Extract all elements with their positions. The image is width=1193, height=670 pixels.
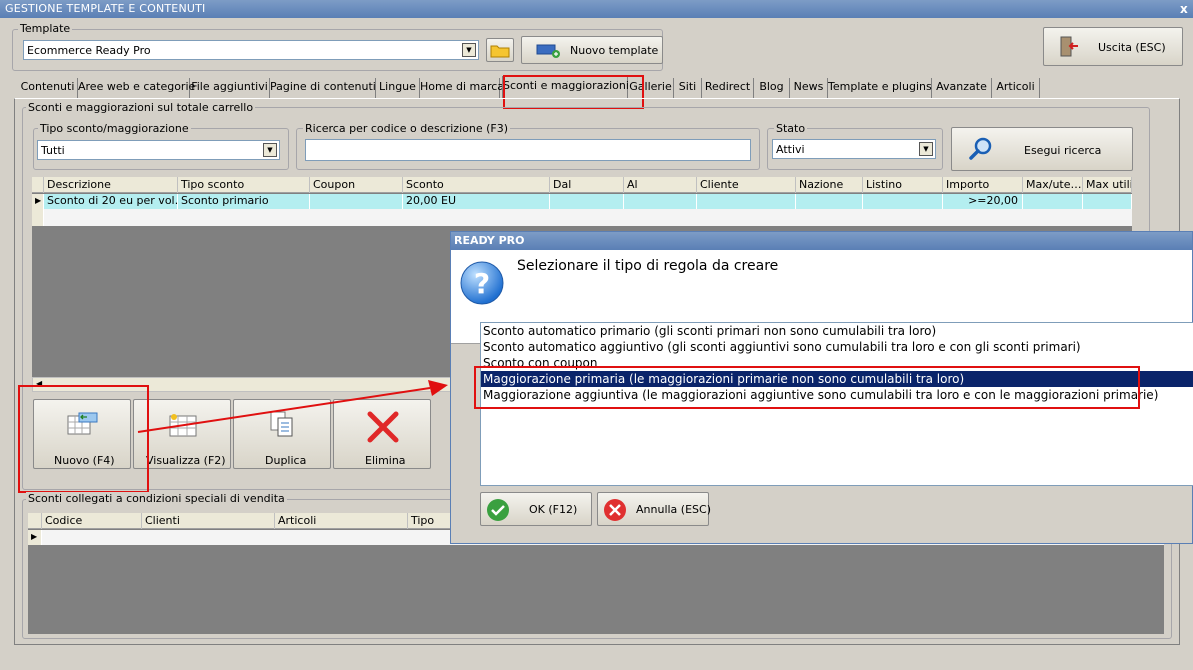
cell-tipo-sconto: Sconto primario bbox=[178, 194, 310, 209]
tab-file-aggiuntivi[interactable]: File aggiuntivi bbox=[190, 78, 270, 98]
col-clienti[interactable]: Clienti bbox=[142, 513, 275, 529]
special-section-label: Sconti collegati a condizioni speciali d… bbox=[26, 492, 287, 505]
cancel-icon bbox=[604, 499, 626, 521]
col-sconto[interactable]: Sconto bbox=[403, 177, 550, 193]
annotation-arrow bbox=[137, 380, 448, 433]
close-icon[interactable]: x bbox=[1180, 0, 1188, 18]
tab-contenuti[interactable]: Contenuti bbox=[18, 78, 78, 98]
tab-lingue[interactable]: Lingue bbox=[376, 78, 420, 98]
filter-type-value: Tutti bbox=[41, 144, 65, 157]
chevron-down-icon[interactable]: ▼ bbox=[462, 43, 476, 57]
tab-pagine-contenuti[interactable]: Pagine di contenuti bbox=[270, 78, 376, 98]
tab-aree-web[interactable]: Aree web e categorie bbox=[78, 78, 195, 98]
cart-section-label: Sconti e maggiorazioni sul totale carrel… bbox=[26, 101, 256, 114]
cell-importo: >=20,00 bbox=[943, 194, 1023, 209]
tab-home-marca[interactable]: Home di marca bbox=[420, 78, 504, 98]
col-max-utilizzi[interactable]: Max utiliz bbox=[1083, 177, 1132, 193]
cell-descrizione: Sconto di 20 eu per vol… bbox=[44, 194, 178, 209]
delete-button-label: Elimina bbox=[365, 454, 406, 467]
state-value: Attivi bbox=[776, 143, 805, 156]
question-icon: ? bbox=[460, 261, 504, 305]
row-indicator-header bbox=[32, 177, 44, 193]
ok-button[interactable]: OK (F12) bbox=[480, 492, 592, 526]
new-template-button[interactable]: Nuovo template bbox=[521, 36, 663, 64]
magnifier-icon bbox=[969, 137, 992, 160]
cell-cliente bbox=[697, 194, 796, 209]
exit-door-icon bbox=[1060, 36, 1078, 57]
search-label: Ricerca per codice o descrizione (F3) bbox=[303, 122, 511, 135]
state-label: Stato bbox=[774, 122, 808, 135]
dialog-prompt: Selezionare il tipo di regola da creare bbox=[517, 258, 779, 274]
row-pointer-icon: ▶ bbox=[32, 194, 44, 209]
col-codice[interactable]: Codice bbox=[42, 513, 142, 529]
template-select-value: Ecommerce Ready Pro bbox=[27, 44, 151, 57]
filter-type-label: Tipo sconto/maggiorazione bbox=[38, 122, 191, 135]
tab-template-plugins[interactable]: Template e plugins bbox=[828, 78, 932, 98]
cell-listino bbox=[863, 194, 943, 209]
list-item[interactable]: Sconto automatico aggiuntivo (gli sconti… bbox=[481, 339, 1193, 355]
question-glyph: ? bbox=[474, 267, 490, 300]
discount-grid-header: Descrizione Tipo sconto Coupon Sconto Da… bbox=[32, 177, 1132, 193]
col-al[interactable]: Al bbox=[624, 177, 697, 193]
col-max-utente[interactable]: Max/ute… bbox=[1023, 177, 1083, 193]
search-button[interactable]: Esegui ricerca bbox=[951, 127, 1133, 171]
filter-type-select[interactable]: Tutti ▼ bbox=[37, 140, 280, 160]
options-highlight-annotation bbox=[474, 366, 1140, 409]
state-select[interactable]: Attivi ▼ bbox=[772, 139, 936, 159]
cell-sconto: 20,00 EU bbox=[403, 194, 550, 209]
open-folder-button[interactable] bbox=[486, 38, 514, 62]
cell-dal bbox=[550, 194, 624, 209]
tab-articoli[interactable]: Articoli bbox=[992, 78, 1040, 98]
cancel-button-label: Annulla (ESC) bbox=[636, 503, 711, 516]
tab-redirect[interactable]: Redirect bbox=[702, 78, 754, 98]
col-nazione[interactable]: Nazione bbox=[796, 177, 863, 193]
window-title: GESTIONE TEMPLATE E CONTENUTI bbox=[5, 2, 206, 15]
cell-max-utente bbox=[1023, 194, 1083, 209]
table-row[interactable]: ▶ Sconto di 20 eu per vol… Sconto primar… bbox=[32, 194, 1132, 209]
search-input[interactable] bbox=[305, 139, 751, 161]
tab-blog[interactable]: Blog bbox=[754, 78, 790, 98]
exit-button[interactable]: Uscita (ESC) bbox=[1043, 27, 1183, 66]
cell-coupon bbox=[310, 194, 403, 209]
folder-icon bbox=[490, 45, 510, 58]
col-coupon[interactable]: Coupon bbox=[310, 177, 403, 193]
ok-button-label: OK (F12) bbox=[529, 503, 578, 516]
template-group-label: Template bbox=[18, 22, 73, 35]
cell-nazione bbox=[796, 194, 863, 209]
col-listino[interactable]: Listino bbox=[863, 177, 943, 193]
tab-avanzate[interactable]: Avanzate bbox=[932, 78, 992, 98]
table-row-empty bbox=[32, 209, 1132, 226]
col-descrizione[interactable]: Descrizione bbox=[44, 177, 178, 193]
chevron-down-icon[interactable]: ▼ bbox=[919, 142, 933, 156]
col-dal[interactable]: Dal bbox=[550, 177, 624, 193]
search-button-label: Esegui ricerca bbox=[1024, 144, 1102, 157]
cell-al bbox=[624, 194, 697, 209]
row-pointer-icon: ▶ bbox=[28, 530, 42, 545]
view-button-label: Visualizza (F2) bbox=[146, 454, 226, 467]
cancel-button[interactable]: Annulla (ESC) bbox=[597, 492, 711, 526]
list-item[interactable]: Sconto automatico primario (gli sconti p… bbox=[481, 323, 1193, 339]
col-articoli[interactable]: Articoli bbox=[275, 513, 408, 529]
dialog-title: READY PRO bbox=[451, 232, 1192, 250]
col-tipo-sconto[interactable]: Tipo sconto bbox=[178, 177, 310, 193]
chevron-down-icon[interactable]: ▼ bbox=[263, 143, 277, 157]
exit-label: Uscita (ESC) bbox=[1098, 41, 1166, 54]
new-template-icon bbox=[536, 44, 560, 58]
new-template-label: Nuovo template bbox=[570, 44, 659, 57]
check-icon bbox=[487, 499, 509, 521]
tab-siti[interactable]: Siti bbox=[674, 78, 702, 98]
tab-news[interactable]: News bbox=[790, 78, 828, 98]
cell-max-utilizzi bbox=[1083, 194, 1132, 209]
col-cliente[interactable]: Cliente bbox=[697, 177, 796, 193]
duplicate-button-label: Duplica bbox=[265, 454, 307, 467]
col-importo[interactable]: Importo bbox=[943, 177, 1023, 193]
template-select[interactable]: Ecommerce Ready Pro ▼ bbox=[23, 40, 479, 60]
window-titlebar: GESTIONE TEMPLATE E CONTENUTI x bbox=[0, 0, 1193, 18]
